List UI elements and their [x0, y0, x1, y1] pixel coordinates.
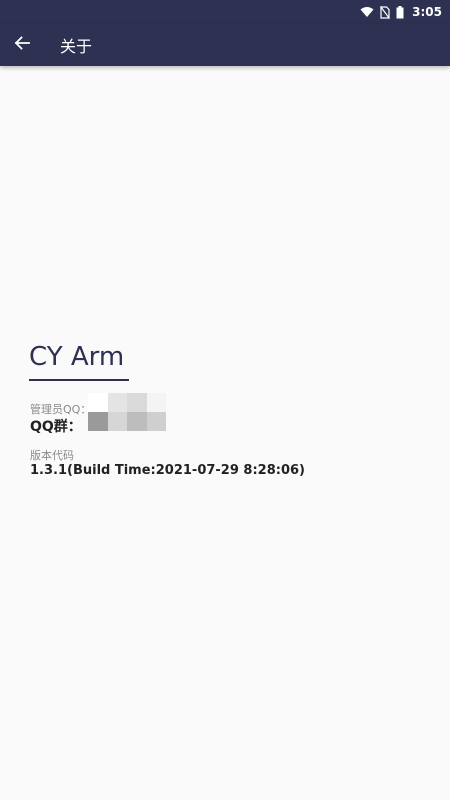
admin-qq-label: 管理员QQ： [30, 403, 92, 416]
status-bar: 3:05 [0, 0, 450, 24]
wifi-icon [360, 6, 374, 18]
page-title: 关于 [60, 37, 93, 56]
redacted-mosaic [88, 393, 166, 431]
about-content: CY Arm 管理员QQ： QQ群： 版本代码 1.3.1(Build Time… [0, 66, 450, 800]
app-name: CY Arm [29, 342, 125, 372]
battery-icon [396, 5, 404, 19]
version-label: 版本代码 [30, 449, 74, 462]
clock-time: 3:05 [412, 5, 442, 19]
app-name-underline [29, 379, 129, 381]
back-button[interactable] [0, 24, 44, 66]
app-toolbar: 关于 [0, 24, 450, 66]
no-sim-icon [380, 5, 391, 19]
qq-group-label: QQ群： [30, 419, 82, 435]
arrow-back-icon [14, 35, 30, 55]
version-value: 1.3.1(Build Time:2021-07-29 8:28:06) [30, 463, 305, 478]
